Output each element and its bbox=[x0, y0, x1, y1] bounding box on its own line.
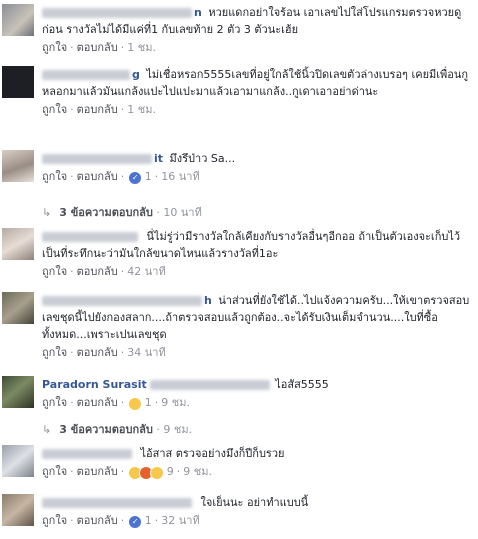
like-link[interactable]: ถูกใจ bbox=[42, 346, 67, 359]
reaction-count[interactable]: 1 bbox=[145, 514, 152, 527]
view-replies-link[interactable]: ↳ 3 ข้อความตอบกลับ · 9 ชม. bbox=[42, 420, 192, 438]
reaction-count[interactable]: 1 bbox=[145, 396, 152, 409]
comment-time[interactable]: 9 ชม. bbox=[183, 465, 212, 478]
comment-text: ไอสัส5555 bbox=[275, 378, 329, 391]
reply-link[interactable]: ตอบกลับ bbox=[77, 346, 118, 359]
reply-link[interactable]: ตอบกลับ bbox=[77, 465, 118, 478]
commenter-name[interactable]: n bbox=[194, 6, 202, 19]
comment-actions: ถูกใจ · ตอบกลับ · ✓ 1 · 16 นาที bbox=[42, 168, 472, 186]
like-link[interactable]: ถูกใจ bbox=[42, 396, 67, 409]
avatar[interactable] bbox=[2, 376, 34, 408]
avatar[interactable] bbox=[2, 150, 34, 182]
avatar[interactable] bbox=[2, 228, 34, 260]
comment-time[interactable]: 9 ชม. bbox=[161, 396, 190, 409]
reaction-count[interactable]: 9 bbox=[167, 465, 174, 478]
commenter-name[interactable]: g bbox=[132, 68, 140, 81]
like-link[interactable]: ถูกใจ bbox=[42, 103, 67, 116]
avatar[interactable] bbox=[2, 445, 34, 477]
reply-count[interactable]: 3 ข้อความตอบกลับ bbox=[59, 423, 153, 436]
reactions[interactable] bbox=[128, 464, 165, 481]
reaction-count[interactable]: 1 bbox=[145, 170, 152, 183]
avatar[interactable] bbox=[2, 292, 34, 324]
commenter-name-redacted[interactable] bbox=[42, 232, 138, 242]
reply-link[interactable]: ตอบกลับ bbox=[77, 265, 118, 278]
commenter-name[interactable]: it bbox=[154, 152, 163, 165]
comment-actions: ถูกใจ · ตอบกลับ · 1 ชม. bbox=[42, 41, 156, 54]
comment-time[interactable]: 16 นาที bbox=[161, 170, 199, 183]
reply-link[interactable]: ตอบกลับ bbox=[77, 170, 118, 183]
reactions[interactable]: ✓ bbox=[128, 513, 143, 530]
reply-link[interactable]: ตอบกลับ bbox=[77, 514, 118, 527]
sad-reaction-icon bbox=[150, 465, 165, 480]
commenter-name-redacted[interactable] bbox=[42, 449, 132, 459]
comment-text: ไอ้สาส ตรวจอย่างมึงก็ปีก็บรวย bbox=[140, 447, 285, 460]
like-link[interactable]: ถูกใจ bbox=[42, 265, 67, 278]
like-reaction-icon: ✓ bbox=[128, 170, 143, 185]
comment-time[interactable]: 42 นาที bbox=[127, 265, 165, 278]
commenter-name-redacted[interactable] bbox=[42, 296, 202, 306]
comment-actions: ถูกใจ · ตอบกลับ · 42 นาที bbox=[42, 265, 166, 278]
reply-time: 9 ชม. bbox=[163, 423, 193, 436]
like-reaction-icon: ✓ bbox=[128, 514, 143, 529]
like-link[interactable]: ถูกใจ bbox=[42, 465, 67, 478]
comment-actions: ถูกใจ · ตอบกลับ · ✓ 1 · 32 นาที bbox=[42, 512, 472, 530]
commenter-name-redacted[interactable] bbox=[42, 70, 130, 80]
like-link[interactable]: ถูกใจ bbox=[42, 41, 67, 54]
reply-arrow-icon: ↳ bbox=[42, 423, 52, 436]
commenter-name[interactable]: Paradorn Surasit bbox=[42, 378, 147, 391]
comment-actions: ถูกใจ · ตอบกลับ · 1 ชม. bbox=[42, 103, 156, 116]
reply-count[interactable]: 3 ข้อความตอบกลับ bbox=[59, 206, 153, 219]
comment-time[interactable]: 32 นาที bbox=[161, 514, 199, 527]
reply-link[interactable]: ตอบกลับ bbox=[77, 103, 118, 116]
comment-time[interactable]: 1 ชม. bbox=[127, 41, 156, 54]
sad-reaction-icon bbox=[128, 396, 143, 411]
comment-actions: ถูกใจ · ตอบกลับ · 9 · 9 ชม. bbox=[42, 463, 472, 481]
comment-text: มึงรึป่าว Sa... bbox=[169, 152, 236, 165]
reply-arrow-icon: ↳ bbox=[42, 206, 52, 219]
view-replies-link[interactable]: ↳ 3 ข้อความตอบกลับ · 10 นาที bbox=[42, 203, 202, 221]
commenter-name-redacted[interactable] bbox=[149, 380, 270, 390]
reply-link[interactable]: ตอบกลับ bbox=[77, 41, 118, 54]
avatar[interactable] bbox=[2, 66, 34, 98]
comment-actions: ถูกใจ · ตอบกลับ · 34 นาที bbox=[42, 346, 166, 359]
comment-actions: ถูกใจ · ตอบกลับ · 1 · 9 ชม. bbox=[42, 394, 472, 412]
like-link[interactable]: ถูกใจ bbox=[42, 170, 67, 183]
commenter-name-redacted[interactable] bbox=[42, 8, 192, 18]
reply-time: 10 นาที bbox=[163, 206, 202, 219]
commenter-name-redacted[interactable] bbox=[42, 498, 192, 508]
comment-text: ใจเย็นนะ อย่าทำแบบนี้ bbox=[200, 496, 309, 509]
avatar[interactable] bbox=[2, 4, 34, 36]
comment-time[interactable]: 1 ชม. bbox=[127, 103, 156, 116]
like-link[interactable]: ถูกใจ bbox=[42, 514, 67, 527]
commenter-name[interactable]: h bbox=[204, 294, 212, 307]
reactions[interactable]: ✓ bbox=[128, 169, 143, 186]
avatar[interactable] bbox=[2, 494, 34, 526]
comment-time[interactable]: 34 นาที bbox=[127, 346, 165, 359]
commenter-name-redacted[interactable] bbox=[42, 154, 152, 164]
reactions[interactable] bbox=[128, 395, 143, 412]
reply-link[interactable]: ตอบกลับ bbox=[77, 396, 118, 409]
